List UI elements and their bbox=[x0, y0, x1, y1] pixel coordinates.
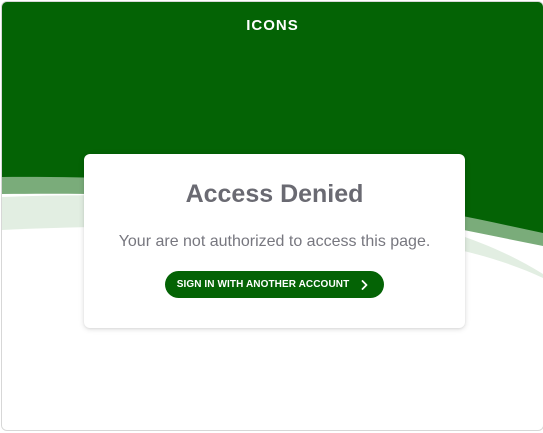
access-denied-card: Access Denied Your are not authorized to… bbox=[84, 154, 465, 328]
sign-in-button-label: SIGN IN WITH ANOTHER ACCOUNT bbox=[176, 279, 350, 290]
page-title: Access Denied bbox=[185, 180, 364, 208]
sign-in-another-account-button[interactable]: SIGN IN WITH ANOTHER ACCOUNT bbox=[164, 271, 385, 298]
brand-logo: ICONS bbox=[246, 17, 299, 34]
page-frame: ICONS Access Denied Your are not authori… bbox=[1, 1, 543, 431]
chevron-right-icon bbox=[361, 279, 368, 290]
error-message: Your are not authorized to access this p… bbox=[118, 233, 431, 250]
